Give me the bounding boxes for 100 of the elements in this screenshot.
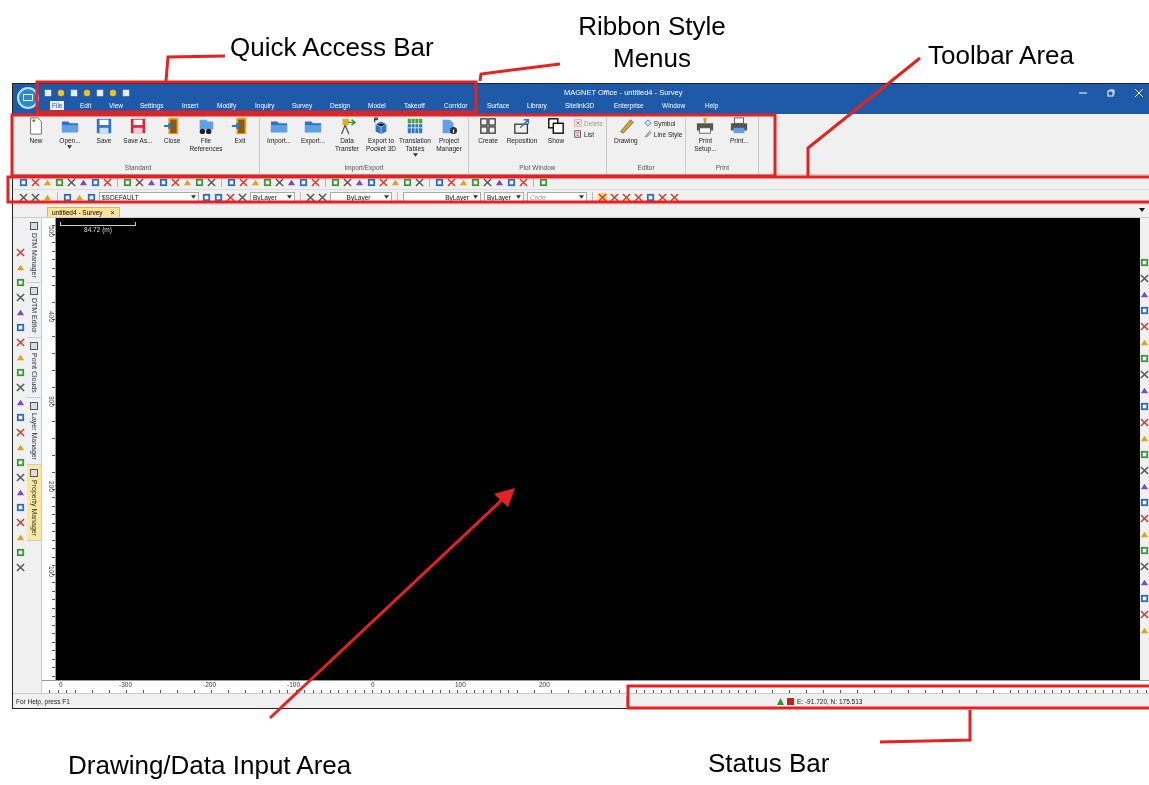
tool-icon[interactable] [15, 383, 25, 392]
tool-icon[interactable] [19, 192, 28, 202]
tool-icon[interactable] [539, 177, 548, 187]
tool-icon[interactable] [15, 338, 25, 347]
tool-icon[interactable] [1140, 386, 1149, 395]
tool-icon[interactable] [1140, 402, 1149, 411]
tool-icon[interactable] [123, 177, 132, 187]
tool-icon[interactable] [435, 177, 444, 187]
tool-icon[interactable] [391, 177, 400, 187]
tool-icon[interactable] [147, 177, 156, 187]
tool-icon[interactable] [1140, 610, 1149, 619]
tool-icon[interactable] [103, 177, 112, 187]
tool-icon[interactable] [195, 177, 204, 187]
tool-icon[interactable] [287, 177, 296, 187]
tool-icon[interactable] [1140, 498, 1149, 507]
tool-icon[interactable] [15, 323, 25, 332]
app-logo-icon[interactable] [17, 87, 39, 109]
tool-icon[interactable] [202, 192, 211, 202]
tool-icon[interactable] [91, 177, 100, 187]
tool-icon[interactable] [226, 192, 235, 202]
tool-icon[interactable] [251, 177, 260, 187]
tool-icon[interactable] [318, 192, 327, 202]
tool-icon[interactable] [471, 177, 480, 187]
tool-icon[interactable] [1140, 418, 1149, 427]
tool-icon[interactable] [519, 177, 528, 187]
tool-icon[interactable] [15, 563, 25, 572]
tool-icon[interactable] [87, 192, 96, 202]
tool-icon[interactable] [15, 458, 25, 467]
tool-icon[interactable] [1140, 450, 1149, 459]
tool-icon[interactable] [331, 177, 340, 187]
tool-icon[interactable] [1140, 578, 1149, 587]
tool-icon[interactable] [447, 177, 456, 187]
tool-icon[interactable] [15, 278, 25, 287]
tool-icon[interactable] [415, 177, 424, 187]
door-icon [163, 117, 181, 135]
tool-icon[interactable] [15, 293, 25, 302]
tool-icon[interactable] [483, 177, 492, 187]
tool-icon[interactable] [1140, 562, 1149, 571]
tool-icon[interactable] [1140, 594, 1149, 603]
tool-icon[interactable] [239, 177, 248, 187]
tool-icon[interactable] [15, 308, 25, 317]
tool-icon[interactable] [55, 177, 64, 187]
tool-icon[interactable] [507, 177, 516, 187]
restore-icon[interactable] [1107, 88, 1115, 97]
tool-icon[interactable] [15, 488, 25, 497]
tool-icon[interactable] [15, 248, 25, 257]
tool-icon[interactable] [459, 177, 468, 187]
tool-icon[interactable] [1140, 514, 1149, 523]
delete-icon [574, 119, 582, 127]
tool-icon[interactable] [263, 177, 272, 187]
tool-icon[interactable] [658, 192, 667, 202]
tool-icon[interactable] [1140, 306, 1149, 315]
tool-icon[interactable] [1140, 290, 1149, 299]
tool-icon[interactable] [367, 177, 376, 187]
tool-icon[interactable] [622, 192, 631, 202]
tool-icon[interactable] [355, 177, 364, 187]
tool-icon[interactable] [670, 192, 679, 202]
tool-icon[interactable] [227, 177, 236, 187]
tool-icon[interactable] [299, 177, 308, 187]
tool-icon[interactable] [1140, 466, 1149, 475]
tool-icon[interactable] [207, 177, 216, 187]
tool-icon[interactable] [15, 548, 25, 557]
tool-icon[interactable] [31, 177, 40, 187]
tool-icon[interactable] [1140, 322, 1149, 331]
tool-icon[interactable] [1140, 370, 1149, 379]
tool-icon[interactable] [15, 368, 25, 377]
tool-icon[interactable] [379, 177, 388, 187]
tool-icon[interactable] [15, 473, 25, 482]
tool-icon[interactable] [343, 177, 352, 187]
tool-icon[interactable] [171, 177, 180, 187]
tool-icon[interactable] [1140, 274, 1149, 283]
tool-icon[interactable] [183, 177, 192, 187]
tool-icon[interactable] [275, 177, 284, 187]
tool-icon[interactable] [306, 192, 315, 202]
tool-icon[interactable] [214, 192, 223, 202]
tool-icon[interactable] [135, 177, 144, 187]
tool-icon[interactable] [15, 413, 25, 422]
tool-icon[interactable] [63, 192, 72, 202]
tool-icon[interactable] [31, 192, 40, 202]
tool-icon[interactable] [15, 503, 25, 512]
tool-icon[interactable] [67, 177, 76, 187]
tool-icon[interactable] [159, 177, 168, 187]
tool-icon[interactable] [1140, 354, 1149, 363]
tool-icon[interactable] [495, 177, 504, 187]
tool-icon[interactable] [403, 177, 412, 187]
tool-icon[interactable] [1140, 482, 1149, 491]
tool-icon[interactable] [238, 192, 247, 202]
tool-icon[interactable] [598, 192, 607, 202]
tool-icon[interactable] [634, 192, 643, 202]
tool-icon[interactable] [1140, 258, 1149, 267]
close-icon[interactable] [1135, 88, 1143, 97]
tool-icon[interactable] [15, 518, 25, 527]
tool-icon[interactable] [15, 428, 25, 437]
dropdown-arrow-icon[interactable] [1139, 208, 1145, 212]
tool-icon[interactable] [610, 192, 619, 202]
tool-icon[interactable] [1140, 546, 1149, 555]
tool-icon[interactable] [311, 177, 320, 187]
tool-icon[interactable] [15, 398, 25, 407]
tool-icon[interactable] [646, 192, 655, 202]
tool-icon[interactable] [19, 177, 28, 187]
